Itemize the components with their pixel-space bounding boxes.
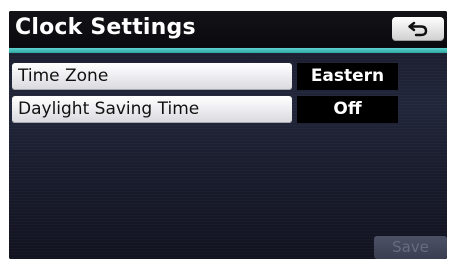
settings-panel: Time Zone Eastern Daylight Saving Time O…: [9, 53, 447, 259]
return-arrow-icon: [408, 21, 428, 37]
daylight-saving-time-label: Daylight Saving Time: [18, 99, 200, 119]
title-bar: Clock Settings: [9, 11, 447, 47]
back-button[interactable]: [392, 17, 444, 41]
daylight-saving-time-button[interactable]: Daylight Saving Time: [12, 96, 292, 123]
display-frame: Clock Settings Time Zone Eastern Dayligh…: [0, 0, 456, 267]
time-zone-value: Eastern: [297, 63, 398, 90]
time-zone-label: Time Zone: [18, 66, 109, 86]
daylight-saving-time-value: Off: [297, 96, 398, 123]
save-button[interactable]: Save: [374, 236, 447, 259]
clock-settings-screen: Clock Settings Time Zone Eastern Dayligh…: [9, 11, 447, 259]
time-zone-button[interactable]: Time Zone: [12, 63, 292, 90]
page-title: Clock Settings: [15, 15, 196, 40]
